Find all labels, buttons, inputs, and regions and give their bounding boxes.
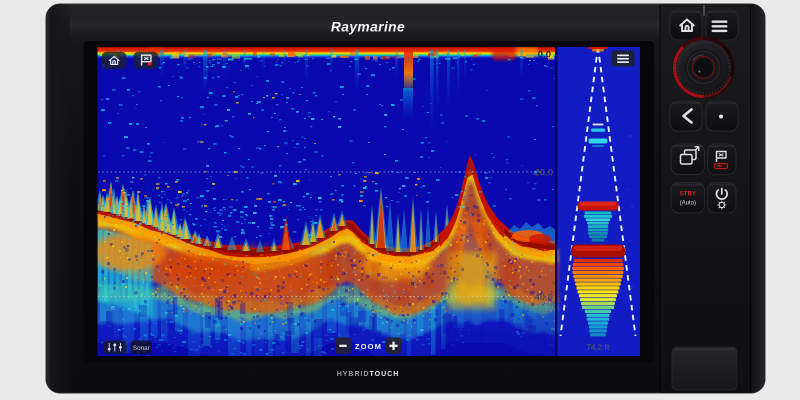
svg-text:40.0: 40.0 xyxy=(535,292,554,303)
svg-text:74.2 ft: 74.2 ft xyxy=(586,343,609,352)
svg-text:HYBRIDTOUCH: HYBRIDTOUCH xyxy=(337,371,400,378)
svg-text:Sonar: Sonar xyxy=(133,345,150,352)
svg-text:STBY: STBY xyxy=(680,192,696,198)
svg-text:0.0: 0.0 xyxy=(538,50,551,61)
svg-text:ZOOM: ZOOM xyxy=(355,342,382,351)
svg-text:20.0: 20.0 xyxy=(535,168,554,179)
svg-text:(Auto): (Auto) xyxy=(680,201,696,207)
svg-text:Raymarine: Raymarine xyxy=(331,20,405,35)
